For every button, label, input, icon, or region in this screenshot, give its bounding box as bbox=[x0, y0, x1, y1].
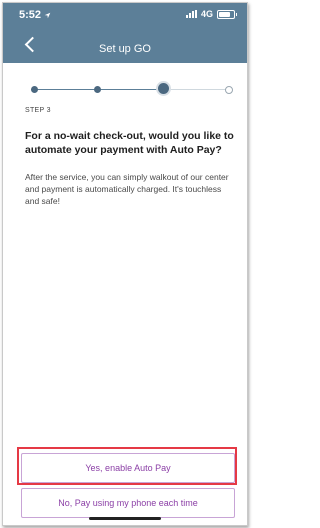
location-arrow-icon bbox=[44, 12, 51, 18]
progress-stepper bbox=[31, 83, 233, 97]
step-dot-4 bbox=[225, 86, 233, 94]
step-dot-3-current bbox=[158, 83, 169, 94]
pay-with-phone-button[interactable]: No, Pay using my phone each time bbox=[21, 488, 235, 518]
home-indicator[interactable] bbox=[89, 517, 161, 520]
battery-icon bbox=[217, 9, 237, 19]
question-heading: For a no-wait check-out, would you like … bbox=[25, 130, 234, 156]
network-label: 4G bbox=[200, 9, 213, 19]
phone-screen: 5:52 4G Set up GO STEP 3 For a no-wait c… bbox=[2, 2, 248, 526]
status-indicators: 4G bbox=[185, 9, 237, 19]
nav-header: 5:52 4G Set up GO bbox=[3, 3, 247, 63]
step-dot-1 bbox=[31, 86, 38, 93]
stepper-line-remaining bbox=[164, 89, 230, 90]
step-label: STEP 3 bbox=[25, 107, 51, 114]
status-time: 5:52 bbox=[19, 9, 51, 21]
description-text: After the service, you can simply walkou… bbox=[25, 172, 229, 206]
step-dot-2 bbox=[94, 86, 101, 93]
highlight-box bbox=[17, 447, 237, 485]
signal-icon bbox=[185, 10, 197, 18]
page-title: Set up GO bbox=[99, 43, 151, 55]
clock-text: 5:52 bbox=[19, 9, 42, 21]
